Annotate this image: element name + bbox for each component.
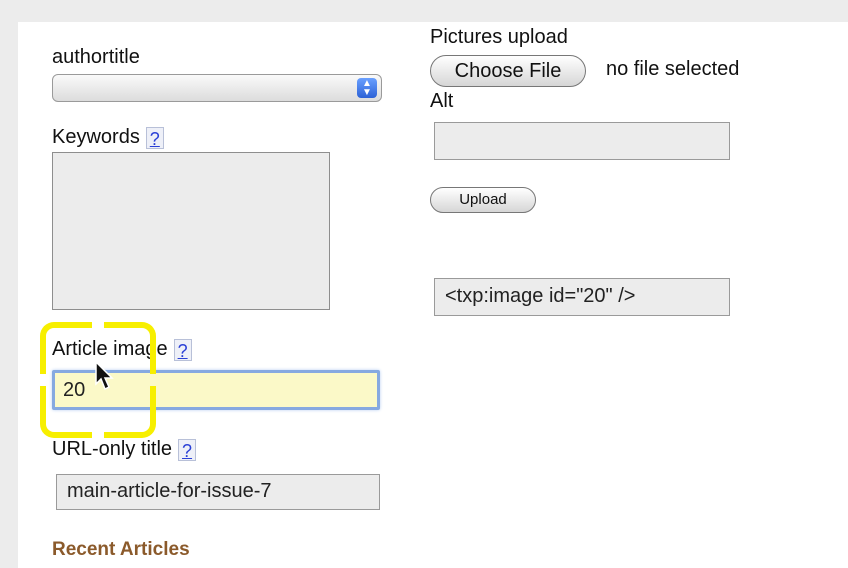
- article-image-help-link[interactable]: ?: [173, 338, 192, 361]
- authortitle-label: authortitle: [52, 46, 140, 68]
- alt-input[interactable]: [434, 122, 730, 160]
- choose-file-button[interactable]: Choose File: [430, 55, 586, 87]
- highlight-corner-bottom-right: [104, 386, 156, 438]
- url-title-input[interactable]: main-article-for-issue-7: [56, 474, 380, 510]
- select-arrows-icon: ▲ ▼: [357, 78, 377, 98]
- keywords-label-text: Keywords: [52, 126, 140, 148]
- highlight-corner-top-left: [40, 322, 92, 374]
- authortitle-select[interactable]: ▲ ▼: [52, 74, 382, 102]
- highlight-corner-bottom-left: [40, 386, 92, 438]
- upload-button[interactable]: Upload: [430, 187, 536, 213]
- keywords-label: Keywords?: [52, 126, 164, 149]
- pictures-upload-label: Pictures upload: [430, 26, 568, 48]
- url-title-label: URL-only title?: [52, 438, 197, 461]
- keywords-textarea[interactable]: [52, 152, 330, 310]
- alt-label: Alt: [430, 90, 454, 112]
- form-panel: authortitle ▲ ▼ Keywords? Article image? …: [18, 22, 848, 568]
- image-tag-output[interactable]: <txp:image id="20" />: [434, 278, 730, 316]
- no-file-text: no file selected: [606, 58, 740, 80]
- url-title-label-text: URL-only title: [52, 438, 173, 460]
- recent-articles-heading: Recent Articles: [52, 539, 190, 560]
- keywords-help-link[interactable]: ?: [145, 126, 164, 149]
- mouse-pointer-icon: [95, 360, 114, 391]
- url-title-help-link[interactable]: ?: [178, 438, 197, 461]
